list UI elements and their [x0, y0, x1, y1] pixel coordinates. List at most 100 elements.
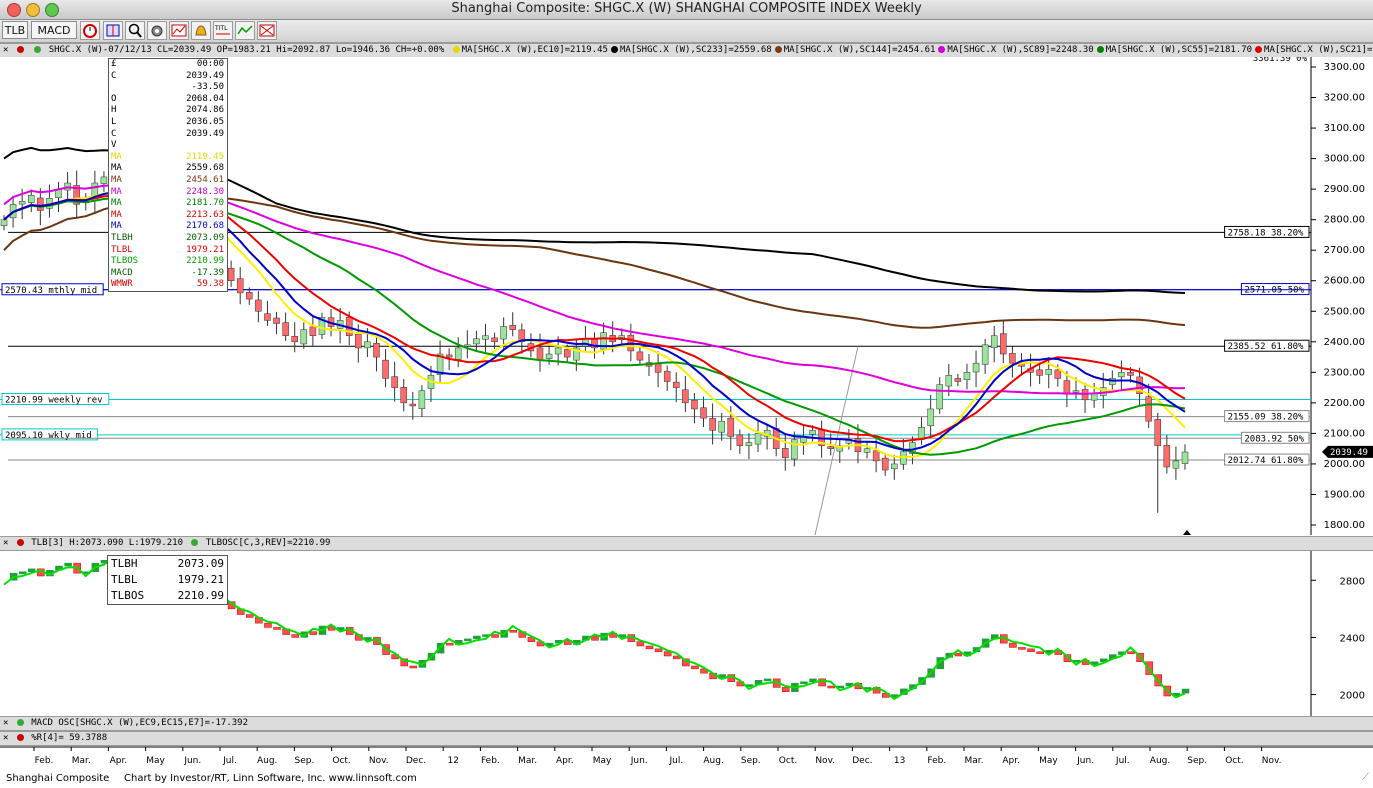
panel-dot-icon[interactable] [1096, 46, 1104, 53]
tlb-box [954, 652, 963, 657]
time-tick-label: Aug. [703, 756, 723, 766]
candle-body [1090, 393, 1098, 401]
tlb-box [18, 571, 27, 574]
data-window-row: C 2039.49 [109, 129, 227, 141]
tlb-box [264, 622, 272, 628]
alert-bell-icon[interactable] [191, 21, 211, 40]
window-title: Shanghai Composite: SHGC.X (W) SHANGHAI … [451, 1, 922, 16]
data-window-value: 2074.86 [186, 105, 224, 116]
candle-body [37, 197, 44, 211]
svg-text:TITL: TITL [214, 25, 228, 32]
data-window-label: L [111, 116, 117, 127]
panel-dot-icon[interactable] [34, 46, 42, 53]
panel-close-icon[interactable]: ✕ [3, 44, 8, 57]
time-tick-label: Jul. [1115, 756, 1130, 766]
data-window-row: V [109, 140, 227, 152]
candle-body [881, 457, 889, 471]
candle-body [454, 347, 462, 360]
tlb-button[interactable]: TLB [2, 21, 28, 39]
tlb-value-row: TLBOS 2210.99 [108, 588, 227, 604]
data-window-row: H 2074.86 [109, 105, 227, 117]
chart-type-icon[interactable] [169, 21, 189, 40]
timer-icon[interactable] [80, 21, 100, 40]
data-window-value: 2039.49 [186, 128, 224, 139]
candle-body [18, 201, 26, 205]
candle-body [863, 448, 871, 453]
draw-tool-icon[interactable] [257, 21, 277, 40]
candle-body [382, 359, 389, 379]
candle-body [927, 408, 934, 427]
tlb-box [1127, 651, 1135, 654]
candle-body [709, 418, 716, 431]
data-window-value: 2559.68 [186, 163, 224, 174]
tlb-box [273, 627, 281, 630]
panel-dot-icon[interactable] [774, 46, 782, 53]
tlb-box [491, 634, 499, 638]
footer-symbol-name: Shanghai Composite [6, 773, 110, 784]
indicator-icon[interactable] [235, 21, 255, 40]
panel-close-icon[interactable]: ✕ [3, 717, 8, 730]
time-tick-label: Oct. [332, 756, 350, 766]
data-window-row: C 2039.49 [109, 71, 227, 83]
candle-body [563, 349, 571, 358]
panel-dot-icon[interactable] [16, 734, 24, 741]
tlb-box [473, 635, 481, 640]
data-window-label: TLBOS [111, 256, 139, 267]
candle-body [727, 417, 735, 437]
panel-dot-icon[interactable] [191, 539, 199, 546]
panel-dot-icon[interactable] [938, 46, 946, 53]
candle-body [391, 376, 398, 388]
tlb-value-box: TLBH 2073.09 TLBL 1979.21 TLBOS 2210.99 [107, 555, 228, 605]
candle-body [300, 329, 308, 345]
price-tick-label: 2900.00 [1324, 184, 1365, 195]
data-window-value: 2119.45 [186, 151, 224, 162]
tlb-box [1036, 651, 1044, 654]
candle-body [509, 325, 516, 330]
panel-dot-icon[interactable] [16, 719, 24, 726]
candle-body [273, 317, 280, 324]
candle-body [255, 299, 262, 312]
macd-button[interactable]: MACD [31, 21, 77, 39]
last-price-label: 2039.49 [1330, 448, 1368, 458]
data-window-value: 2181.70 [186, 198, 224, 209]
data-window-value: 00:00 [196, 59, 224, 69]
panel-dot-icon[interactable] [452, 46, 460, 53]
panel-close-icon[interactable]: ✕ [3, 537, 8, 550]
price-tick-label: 3100.00 [1324, 123, 1365, 134]
panel-dot-icon[interactable] [1255, 46, 1263, 53]
time-tick-label: 12 [447, 756, 458, 766]
titles-icon[interactable]: TITL [213, 21, 233, 40]
candle-body [1145, 396, 1152, 422]
panel-dot-icon[interactable] [16, 46, 24, 53]
candle-body [872, 450, 880, 462]
panel-close-icon[interactable]: ✕ [3, 732, 8, 745]
price-tick-label: 2200.00 [1324, 398, 1365, 409]
tlb-value-label: TLBH [111, 557, 138, 570]
price-tick-label: 1800.00 [1324, 520, 1365, 531]
price-legend-strip: ✕ SHGC.X (W)-07/12/13 CL=2039.49 OP=1983… [0, 43, 1373, 58]
price-tick-label: 2400.00 [1324, 337, 1365, 348]
data-window-value: -17.39 [191, 267, 224, 278]
panel-dot-icon[interactable] [16, 539, 24, 546]
tlb-box [246, 614, 254, 618]
candle-body [718, 420, 725, 433]
macd-legend-strip: ✕ MACD OSC[SHGC.X (W),EC9,EC15,E7]=-17.3… [0, 716, 1373, 731]
candle-body [1054, 369, 1062, 379]
zoom-icon[interactable] [125, 21, 145, 40]
time-tick-label: Mar. [964, 756, 983, 766]
candle-body [1181, 451, 1189, 464]
candle-body [1036, 369, 1043, 376]
settings-icon[interactable] [147, 21, 167, 40]
reference-label: 2095.10 wkly mid [5, 431, 92, 441]
panel-dot-icon[interactable] [610, 46, 618, 53]
time-tick-label: Aug. [257, 756, 277, 766]
reference-label: 2083.92 50% [1244, 434, 1304, 444]
candle-body [236, 278, 244, 294]
price-tick-label: 2000.00 [1324, 459, 1365, 470]
time-tick-label: Jul. [669, 756, 684, 766]
resize-grip-icon[interactable]: ⟋ [1362, 772, 1369, 783]
crosshair-icon[interactable] [103, 21, 123, 40]
fib-top-label: 3361.39 0% [1253, 57, 1308, 64]
candle-body [1154, 419, 1161, 446]
price-tick-label: 1900.00 [1324, 489, 1365, 500]
